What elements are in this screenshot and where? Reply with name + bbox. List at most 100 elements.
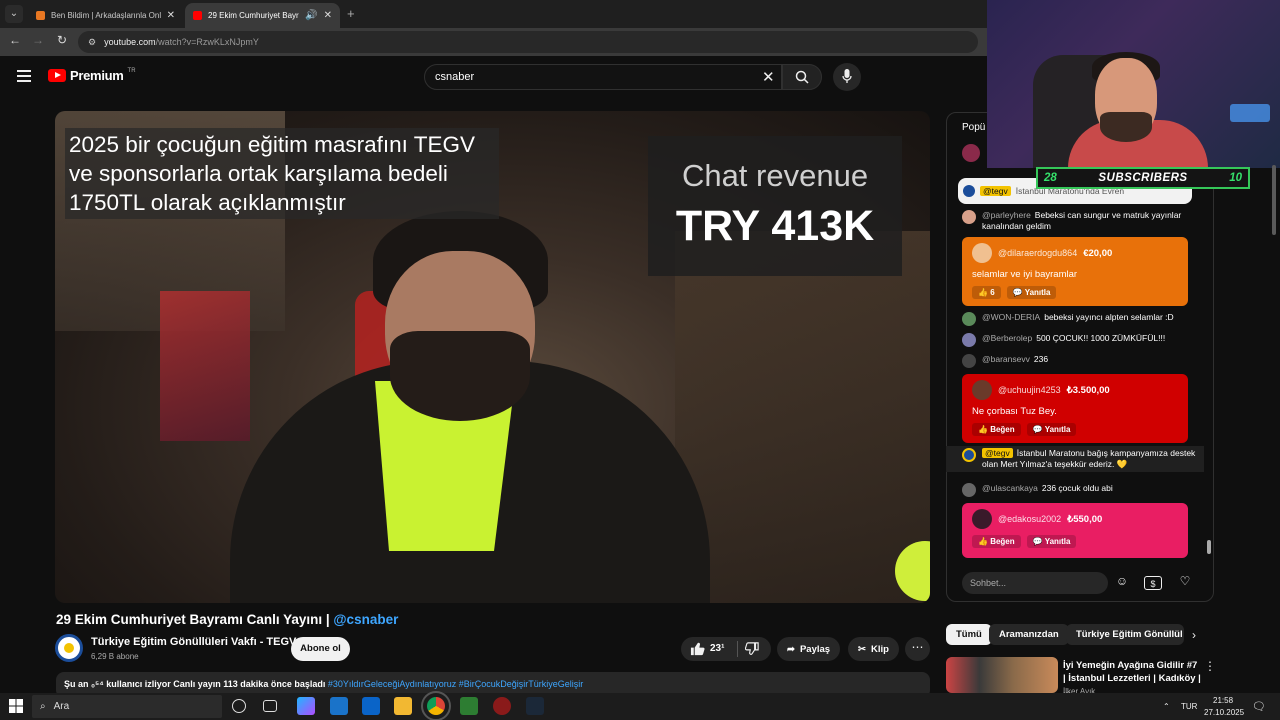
app-icon[interactable] <box>330 697 348 715</box>
notification-icon[interactable]: 🗨 <box>1252 700 1266 713</box>
title-mention-link[interactable]: @csnaber <box>333 612 398 627</box>
task-view-icon[interactable] <box>263 700 277 712</box>
close-tab-icon[interactable]: ✕ <box>324 10 332 21</box>
chat-author[interactable]: @ulascankaya <box>982 483 1038 493</box>
new-tab-button[interactable]: + <box>347 6 355 21</box>
superchat-reply-label: Yanıtla <box>1024 288 1051 297</box>
recording-app-icon[interactable] <box>493 697 511 715</box>
windows-logo-icon <box>9 699 23 713</box>
cortana-icon[interactable] <box>232 699 246 713</box>
voice-search-button[interactable] <box>833 63 861 91</box>
chat-author[interactable]: @parleyhere <box>982 210 1031 220</box>
language-indicator[interactable]: TUR <box>1181 702 1197 711</box>
superchat-like-button[interactable]: 👍 Beğen <box>972 535 1021 548</box>
superchat-author[interactable]: @edakosu2002 <box>998 514 1061 524</box>
mail-icon[interactable] <box>362 697 380 715</box>
webcam-neon-light <box>1230 104 1270 122</box>
recommended-video-thumbnail[interactable] <box>946 657 1058 693</box>
webcam-beard <box>1100 112 1152 142</box>
superchat-like-button[interactable]: 👍 Beğen <box>972 423 1021 436</box>
superchat-like-label: Beğen <box>990 425 1015 434</box>
chat-text: bebeksi yayıncı alpten selamlar :D <box>1044 312 1174 322</box>
store-icon[interactable] <box>460 697 478 715</box>
copilot-icon[interactable] <box>297 697 315 715</box>
search-button[interactable] <box>782 64 822 90</box>
menu-icon[interactable] <box>17 70 31 85</box>
chat-message: @Berberolep 500 ÇOCUK!! 1000 ZÜMKÜFÜL!!! <box>962 333 1196 347</box>
video-title: 29 Ekim Cumhuriyet Bayramı Canlı Yayını … <box>56 612 398 627</box>
description-hashtags[interactable]: #30YıldırGeleceğiAydınlatıyoruz #BirÇocu… <box>328 679 583 689</box>
url-field[interactable]: ⚙ youtube.com/watch?v=RzwKLxNJpmY <box>78 31 978 53</box>
superchat-text: selamlar ve iyi bayramlar <box>972 269 1078 280</box>
subscribe-button[interactable]: Abone ol <box>291 637 350 661</box>
site-info-icon[interactable]: ⚙ <box>88 37 96 48</box>
browser-tab-youtube[interactable]: 29 Ekim Cumhuriyet Bayramı 🔊 ✕ <box>185 3 340 28</box>
like-button[interactable] <box>690 641 705 661</box>
steam-icon[interactable] <box>526 697 544 715</box>
chat-scrollbar[interactable] <box>1207 540 1211 554</box>
logo-text: Premium <box>70 68 124 83</box>
superchat-reply-button[interactable]: 💬 Yanıtla <box>1006 286 1057 299</box>
superchat-reply-button[interactable]: 💬 Yanıtla <box>1026 535 1077 548</box>
chat-author[interactable]: @baransevv <box>982 354 1030 364</box>
reload-icon[interactable]: ↻ <box>53 33 71 47</box>
chat-text: 500 ÇOCUK!! 1000 ZÜMKÜFÜL!!! <box>1036 333 1166 343</box>
like-divider <box>737 641 738 657</box>
revenue-value: TRY 413K <box>675 202 875 250</box>
youtube-favicon-icon <box>193 11 202 20</box>
page-scrollbar[interactable] <box>1272 165 1276 235</box>
chip-from-search[interactable]: Aramanızdan <box>989 624 1069 645</box>
chrome-icon[interactable] <box>421 691 451 720</box>
chat-input[interactable]: Sohbet... <box>962 572 1108 594</box>
superchat-like-button[interactable]: 👍 6 <box>972 286 1001 299</box>
emoji-icon[interactable]: ☺ <box>1113 574 1131 592</box>
user-avatar <box>962 354 976 368</box>
clip-button[interactable]: ✂ Klip <box>848 637 899 661</box>
youtube-logo[interactable]: Premium TR <box>48 68 136 83</box>
browser-tab-ben-bildim[interactable]: Ben Bildim | Arkadaşlarınla Onl ✕ <box>28 3 183 28</box>
superchat-avatar <box>972 243 992 263</box>
share-button[interactable]: ➦ Paylaş <box>777 637 841 661</box>
more-vertical-icon[interactable]: ⋮ <box>1204 659 1216 673</box>
superchat-like-label: Beğen <box>990 537 1015 546</box>
more-actions-icon[interactable]: ⋯ <box>905 637 930 661</box>
clear-search-icon[interactable]: ✕ <box>762 68 775 86</box>
heart-icon[interactable]: ♡ <box>1176 574 1194 592</box>
user-avatar <box>962 210 976 224</box>
file-explorer-icon[interactable] <box>394 697 412 715</box>
chat-author[interactable]: @Berberolep <box>982 333 1032 343</box>
back-icon[interactable]: ← <box>6 33 24 47</box>
chip-channel[interactable]: Türkiye Eğitim Gönüllül <box>1066 624 1184 645</box>
url-host: youtube.com <box>104 37 156 47</box>
forward-icon[interactable]: → <box>29 33 47 47</box>
tab-search-icon[interactable]: ⌄ <box>5 5 23 23</box>
super-chat-icon[interactable]: $ <box>1144 576 1162 590</box>
superchat-card: @uchuujin4253 ₺3.500,00 Ne çorbası Tuz Be… <box>962 374 1188 443</box>
superchat-author[interactable]: @uchuujin4253 <box>998 385 1061 395</box>
superchat-reply-button[interactable]: 💬 Yanıtla <box>1026 423 1077 436</box>
speaker-icon[interactable]: 🔊 <box>305 10 317 21</box>
tab-title: Ben Bildim | Arkadaşlarınla Onl <box>51 11 161 20</box>
tray-chevron-icon[interactable]: ⌃ <box>1163 702 1170 711</box>
channel-name[interactable]: Türkiye Eğitim Gönüllüleri Vakfı - TEGV <box>91 636 296 648</box>
video-player[interactable]: 2025 bir çocuğun eğitim masrafını TEGV v… <box>55 111 930 603</box>
superchat-author[interactable]: @dilaraerdogdu864 <box>998 248 1077 258</box>
chat-mode-selector[interactable]: Popü <box>962 122 985 133</box>
taskbar-search-input[interactable]: ⌕ Ara <box>32 695 222 718</box>
windows-start-icon[interactable] <box>9 699 23 718</box>
chat-author-moderator[interactable]: @tegv <box>982 448 1013 458</box>
tegv-avatar <box>962 448 976 462</box>
chat-author[interactable]: @WON-DERIA <box>982 312 1040 322</box>
channel-avatar[interactable] <box>55 634 83 662</box>
clock-time[interactable]: 21:58 <box>1213 696 1233 705</box>
search-input[interactable]: csnaber <box>424 64 782 90</box>
subs-right: 10 <box>1229 172 1242 184</box>
close-tab-icon[interactable]: ✕ <box>167 10 175 21</box>
superchat-text: Ne çorbası Tuz Bey. <box>972 406 1057 417</box>
clock-date[interactable]: 27.10.2025 <box>1204 708 1244 717</box>
superchat-avatar <box>972 380 992 400</box>
chip-all[interactable]: Tümü <box>946 624 992 645</box>
chat-message-highlighted: @tegv İstanbul Maratonu bağış kampanyamız… <box>946 446 1204 472</box>
chevron-right-icon[interactable]: › <box>1192 628 1196 642</box>
dislike-button[interactable] <box>744 642 759 661</box>
